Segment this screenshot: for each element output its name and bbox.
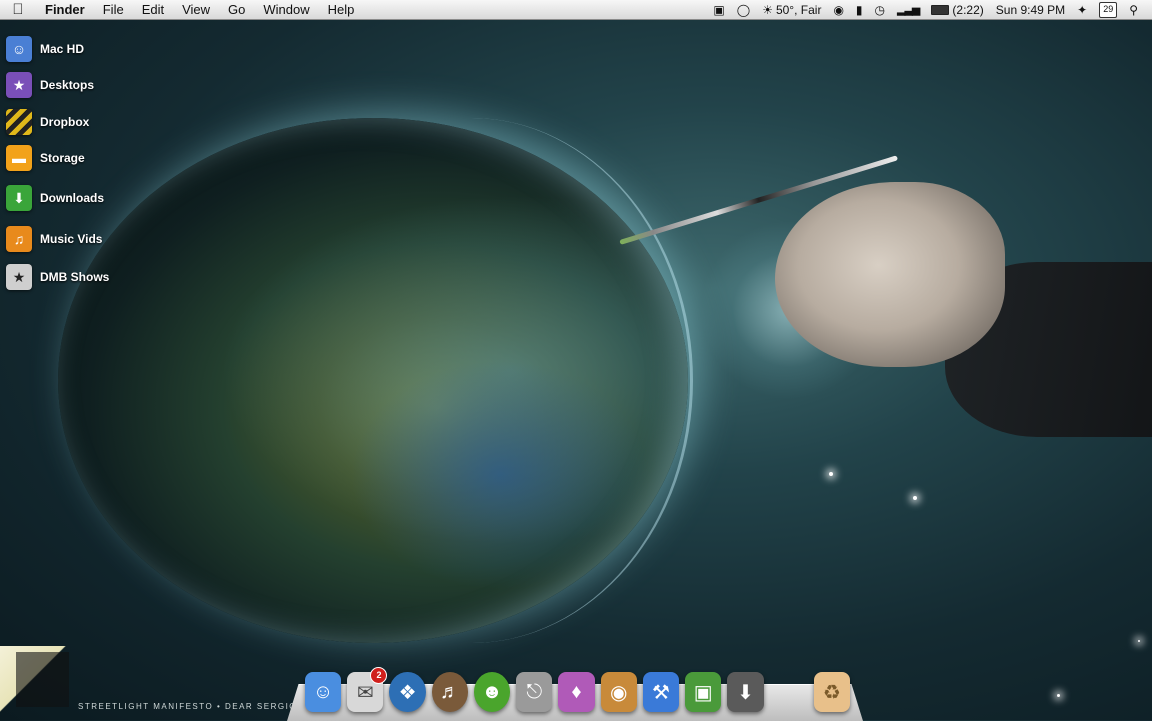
wifi-signal-icon[interactable]: ▂▃▅ — [891, 0, 925, 20]
menu-help[interactable]: Help — [319, 0, 364, 20]
wallpaper-star — [1057, 694, 1060, 697]
popsicle-icon: ♦ — [571, 680, 582, 703]
desktop-icon-downloads[interactable]: ⬇ Downloads — [6, 185, 104, 211]
menu-left:  Finder File Edit View Go Window Help — [0, 0, 363, 20]
calendar-menu[interactable]: 29 — [1093, 1, 1123, 18]
dropbox-striped-icon — [6, 109, 32, 135]
desktop-icon-label: Storage — [40, 151, 85, 165]
download-box-icon: ⬇ — [737, 681, 754, 704]
apple-menu-icon[interactable]:  — [0, 1, 36, 18]
mail-unread-badge: 2 — [370, 667, 388, 684]
battery-icon — [931, 4, 950, 15]
spotlight-search-icon[interactable]: ⚲ — [1123, 0, 1144, 20]
wallpaper-star — [1138, 640, 1140, 642]
dock-installer[interactable]: ⬇ — [727, 672, 764, 712]
menu-go[interactable]: Go — [219, 0, 254, 20]
song-caption: STREETLIGHT MANIFESTO • DEAR SERGIO — [78, 702, 298, 711]
picture-frame-icon: ▣ — [693, 681, 713, 704]
clock[interactable]: Sun 9:49 PM — [990, 0, 1071, 20]
menu-view[interactable]: View — [173, 0, 219, 20]
desktop-icon-dmb-shows[interactable]: ★ DMB Shows — [6, 264, 109, 290]
menu-bar:  Finder File Edit View Go Window Help ▣… — [0, 0, 1152, 20]
dock-preview[interactable]: ▣ — [685, 672, 722, 712]
compass-icon: ❖ — [398, 681, 417, 704]
finder-face-icon: ☺ — [312, 680, 334, 703]
dock: ☺ ✉ 2 ❖ ♬ ☻ ⎋ ♦ ◉ ⚒ ▣ ⬇ ♻ — [305, 662, 850, 712]
desktop-icon-storage[interactable]: ▬ Storage — [6, 145, 85, 171]
wallpaper-hand — [775, 182, 1005, 367]
recycle-box-icon: ♻ — [822, 681, 841, 704]
camera-photos-icon: ◉ — [610, 681, 628, 704]
menu-extras: ▣ ◯ ☀ 50°, Fair ◉ ▮ ◷ ▂▃▅ (2:22) Sun 9:4… — [707, 0, 1152, 20]
weather-menu[interactable]: ☀ 50°, Fair — [756, 0, 827, 20]
dock-itunes[interactable]: ♬ — [431, 672, 468, 712]
menu-window[interactable]: Window — [254, 0, 318, 20]
dock-photos[interactable]: ◉ — [600, 672, 637, 712]
disc-menu-icon[interactable]: ◉ — [827, 0, 849, 20]
mail-stamp-icon: ✉ — [356, 681, 374, 704]
battery-menu[interactable]: (2:22) — [925, 0, 989, 20]
storage-drive-icon: ▬ — [6, 145, 32, 171]
blue-tool-icon: ⚒ — [652, 681, 670, 704]
desktop-icon-mac-hd[interactable]: ☺ Mac HD — [6, 36, 84, 62]
music-disc-icon: ♬ — [439, 680, 460, 703]
desktops-folder-icon: ★ — [6, 72, 32, 98]
desktop-icon-label: Dropbox — [40, 115, 90, 129]
battery-time: (2:22) — [952, 2, 984, 17]
menu-edit[interactable]: Edit — [133, 0, 173, 20]
dock-xcode[interactable]: ⚒ — [642, 672, 680, 712]
desktop-icon-label: Downloads — [40, 191, 105, 205]
desktop-icon-label: Desktops — [40, 78, 95, 92]
desktop-icon-music-vids[interactable]: ♫ Music Vids — [6, 226, 102, 252]
dock-mail[interactable]: ✉ 2 — [347, 667, 388, 712]
weather-text: 50°, Fair — [775, 2, 822, 17]
wallpaper-star — [829, 472, 833, 476]
finder-drive-icon: ☺ — [6, 36, 32, 62]
menu-file[interactable]: File — [94, 0, 133, 20]
joystick-icon: ⎋ — [526, 680, 543, 703]
dock-popsicle-app[interactable]: ♦ — [558, 672, 595, 712]
desktop-icon-dropbox[interactable]: Dropbox — [6, 109, 89, 135]
menu-app-finder[interactable]: Finder — [36, 0, 94, 20]
wallpaper-planet-rim — [250, 118, 693, 643]
sun-icon: ☀ — [762, 2, 773, 17]
bluetooth-icon[interactable]: ✦ — [1071, 0, 1093, 20]
download-arrow-icon: ⬇ — [6, 185, 32, 211]
cube-menu-icon[interactable]: ▣ — [707, 0, 730, 20]
dock-safari[interactable]: ❖ — [389, 672, 426, 712]
dmb-star-icon: ★ — [6, 264, 32, 290]
corner-thumbnail — [16, 652, 69, 707]
timer-menu-icon[interactable]: ◯ — [731, 0, 756, 20]
dock-system-preferences[interactable]: ⎋ — [516, 672, 553, 712]
desktop-icon-label: Music Vids — [40, 232, 103, 246]
light-menu-icon[interactable]: ▮ — [850, 0, 869, 20]
time-machine-icon[interactable]: ◷ — [869, 0, 891, 20]
desktop-icon-desktops[interactable]: ★ Desktops — [6, 72, 94, 98]
music-note-icon: ♫ — [6, 226, 32, 252]
desktop-icon-label: DMB Shows — [40, 270, 110, 284]
desktop-icon-label: Mac HD — [40, 42, 85, 56]
frog-icon: ☻ — [481, 680, 503, 703]
wallpaper-star — [913, 496, 917, 500]
calendar-icon: 29 — [1099, 1, 1118, 18]
dock-finder[interactable]: ☺ — [305, 672, 342, 712]
dock-trash[interactable]: ♻ — [813, 672, 850, 712]
dock-adium[interactable]: ☻ — [473, 672, 511, 712]
